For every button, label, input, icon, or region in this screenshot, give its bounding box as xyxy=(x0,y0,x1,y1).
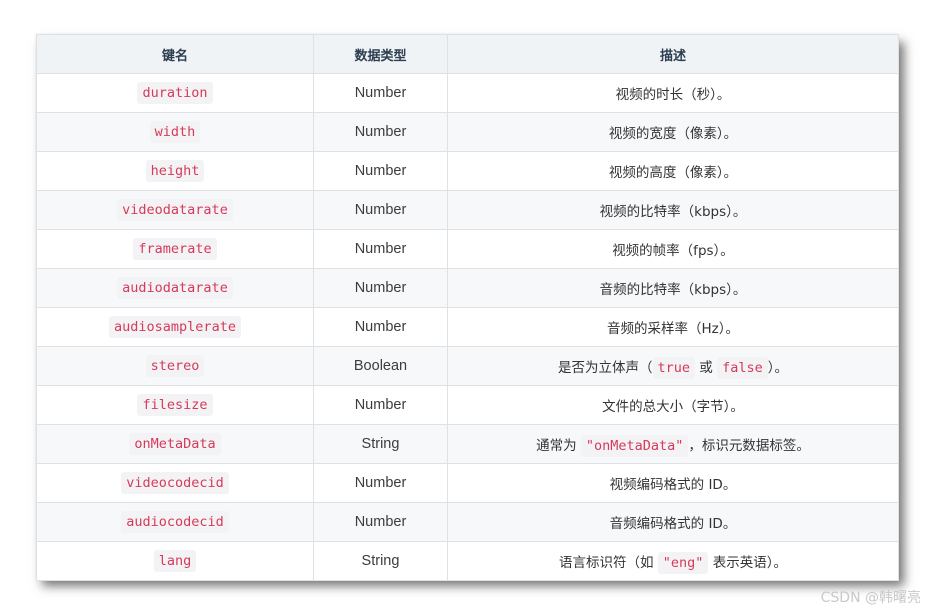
key-cell: stereo xyxy=(36,346,314,386)
key-cell: lang xyxy=(36,541,314,581)
description-code: "eng" xyxy=(657,552,709,574)
type-cell: Number xyxy=(313,268,448,308)
description-cell: 视频的宽度（像素）。 xyxy=(447,112,899,152)
description-text: 音频的比特率（kbps）。 xyxy=(599,282,747,298)
header-key: 键名 xyxy=(36,34,314,74)
key-code: audiosamplerate xyxy=(109,316,241,338)
type-cell: Number xyxy=(313,385,448,425)
description-text: 音频编码格式的 ID。 xyxy=(609,516,737,532)
type-cell: Boolean xyxy=(313,346,448,386)
metadata-table-card: 键名 数据类型 描述 duration Number 视频的时长（秒）。 width N… xyxy=(36,34,899,581)
description-text: 通常为 xyxy=(536,438,581,454)
table-row: stereo Boolean 是否为立体声（ true 或 false）。 xyxy=(36,346,899,386)
table-row: videocodecid Number 视频编码格式的 ID。 xyxy=(36,463,899,503)
key-cell: videodatarate xyxy=(36,190,314,230)
table-row: width Number 视频的宽度（像素）。 xyxy=(36,112,899,152)
key-cell: width xyxy=(36,112,314,152)
table-row: duration Number 视频的时长（秒）。 xyxy=(36,73,899,113)
key-cell: height xyxy=(36,151,314,191)
key-cell: onMetaData xyxy=(36,424,314,464)
description-cell: 通常为 "onMetaData" ，标识元数据标签。 xyxy=(447,424,899,464)
table-row: height Number 视频的高度（像素）。 xyxy=(36,151,899,191)
description-text: 表示英语）。 xyxy=(708,555,787,571)
type-cell: Number xyxy=(313,112,448,152)
description-text: 是否为立体声（ xyxy=(558,360,653,376)
key-code: width xyxy=(149,121,201,143)
description-text: 或 xyxy=(695,360,718,376)
key-code: onMetaData xyxy=(129,433,221,455)
type-cell: String xyxy=(313,541,448,581)
description-text: ，标识元数据标签。 xyxy=(688,438,810,454)
key-cell: audiosamplerate xyxy=(36,307,314,347)
table-row: audiodatarate Number 音频的比特率（kbps）。 xyxy=(36,268,899,308)
key-code: stereo xyxy=(145,355,205,377)
description-text: 视频的时长（秒）。 xyxy=(615,87,731,103)
description-text: 音频的采样率（Hz）。 xyxy=(607,321,739,337)
header-type: 数据类型 xyxy=(313,34,448,74)
description-text: 语言标识符（如 xyxy=(559,555,658,571)
description-text: 视频的宽度（像素）。 xyxy=(608,126,738,142)
key-cell: audiocodecid xyxy=(36,502,314,542)
type-cell: Number xyxy=(313,307,448,347)
description-code: "onMetaData" xyxy=(580,435,689,457)
table-row: audiosamplerate Number 音频的采样率（Hz）。 xyxy=(36,307,899,347)
description-code: false xyxy=(717,357,768,379)
key-cell: audiodatarate xyxy=(36,268,314,308)
description-cell: 视频的比特率（kbps）。 xyxy=(447,190,899,230)
key-cell: filesize xyxy=(36,385,314,425)
description-text: ）。 xyxy=(767,360,788,376)
description-cell: 视频的高度（像素）。 xyxy=(447,151,899,191)
key-code: lang xyxy=(153,550,197,572)
type-cell: Number xyxy=(313,151,448,191)
description-cell: 音频的比特率（kbps）。 xyxy=(447,268,899,308)
description-cell: 音频的采样率（Hz）。 xyxy=(447,307,899,347)
description-cell: 文件的总大小（字节）。 xyxy=(447,385,899,425)
description-cell: 视频编码格式的 ID。 xyxy=(447,463,899,503)
type-cell: Number xyxy=(313,73,448,113)
table-row: videodatarate Number 视频的比特率（kbps）。 xyxy=(36,190,899,230)
type-cell: Number xyxy=(313,190,448,230)
key-code: height xyxy=(145,160,205,182)
table-row: framerate Number 视频的帧率（fps）。 xyxy=(36,229,899,269)
description-text: 视频编码格式的 ID。 xyxy=(609,477,737,493)
description-text: 文件的总大小（字节）。 xyxy=(602,399,744,415)
key-code: framerate xyxy=(133,238,217,260)
description-text: 视频的比特率（kbps）。 xyxy=(599,204,747,220)
key-code: filesize xyxy=(137,394,213,416)
description-cell: 是否为立体声（ true 或 false）。 xyxy=(447,346,899,386)
key-code: duration xyxy=(137,82,213,104)
key-code: audiodatarate xyxy=(117,277,233,299)
description-cell: 语言标识符（如 "eng" 表示英语）。 xyxy=(447,541,899,581)
table-header-row: 键名 数据类型 描述 xyxy=(36,34,899,74)
description-text: 视频的帧率（fps）。 xyxy=(612,243,734,259)
key-code: audiocodecid xyxy=(121,511,229,533)
metadata-table: 键名 数据类型 描述 duration Number 视频的时长（秒）。 width N… xyxy=(36,34,899,581)
key-cell: duration xyxy=(36,73,314,113)
type-cell: String xyxy=(313,424,448,464)
description-cell: 视频的帧率（fps）。 xyxy=(447,229,899,269)
description-code: true xyxy=(652,357,696,379)
key-code: videodatarate xyxy=(117,199,233,221)
description-text: 视频的高度（像素）。 xyxy=(608,165,738,181)
table-row: filesize Number 文件的总大小（字节）。 xyxy=(36,385,899,425)
key-cell: videocodecid xyxy=(36,463,314,503)
table-row: audiocodecid Number 音频编码格式的 ID。 xyxy=(36,502,899,542)
table-row: lang String 语言标识符（如 "eng" 表示英语）。 xyxy=(36,541,899,581)
type-cell: Number xyxy=(313,502,448,542)
type-cell: Number xyxy=(313,229,448,269)
header-description: 描述 xyxy=(447,34,899,74)
table-row: onMetaData String 通常为 "onMetaData" ，标识元数据标签… xyxy=(36,424,899,464)
description-cell: 音频编码格式的 ID。 xyxy=(447,502,899,542)
watermark: CSDN @韩曙亮 xyxy=(820,590,921,606)
description-cell: 视频的时长（秒）。 xyxy=(447,73,899,113)
key-code: videocodecid xyxy=(121,472,229,494)
type-cell: Number xyxy=(313,463,448,503)
key-cell: framerate xyxy=(36,229,314,269)
